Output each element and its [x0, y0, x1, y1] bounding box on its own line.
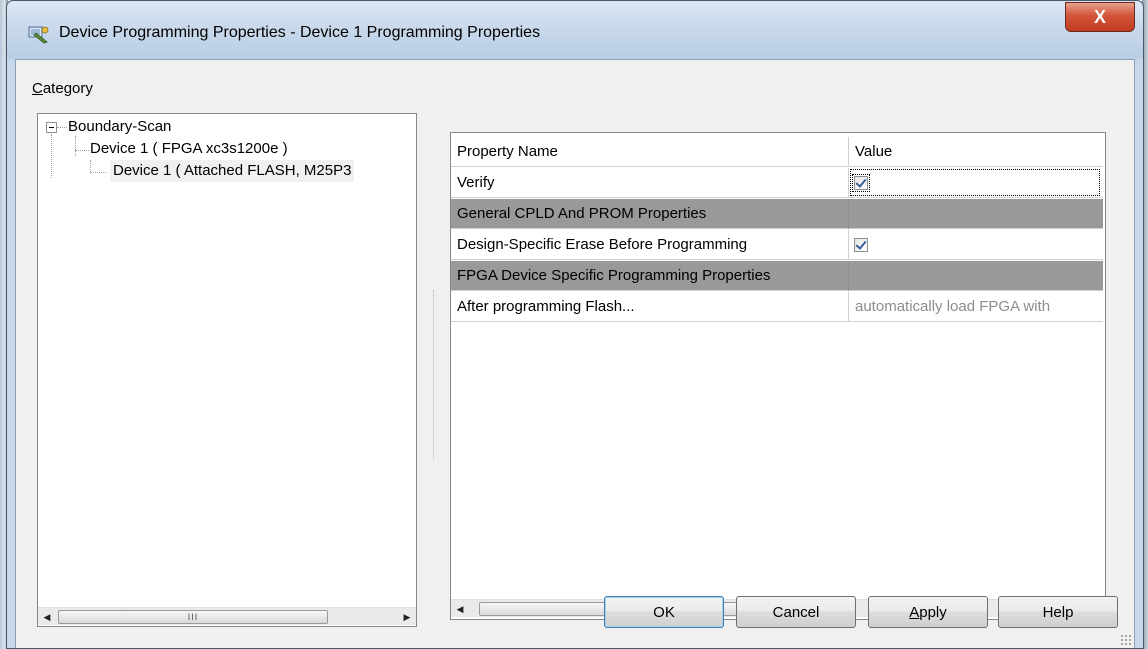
erase-before-programming-checkbox[interactable]	[854, 238, 868, 252]
tree-connector	[90, 160, 91, 172]
help-button[interactable]: Help	[998, 596, 1118, 628]
window-title: Device Programming Properties - Device 1…	[59, 24, 541, 41]
property-row-design-specific-erase[interactable]: Design-Specific Erase Before Programming	[451, 230, 1103, 260]
panel-splitter[interactable]	[433, 290, 436, 460]
category-name: FPGA Device Specific Programming Propert…	[451, 261, 849, 291]
after-programming-value[interactable]: automatically load FPGA with	[849, 292, 1103, 322]
property-category-row[interactable]: FPGA Device Specific Programming Propert…	[451, 261, 1103, 291]
property-grid[interactable]: Property Name Value Verify General CPLD …	[450, 132, 1106, 620]
tree-connector	[90, 172, 106, 173]
property-value[interactable]	[849, 230, 1103, 260]
scroll-right-icon[interactable]: ▶	[398, 608, 416, 626]
grid-header: Property Name Value	[451, 137, 1103, 167]
tree-item-device-fpga[interactable]: Device 1 ( FPGA xc3s1200e )	[90, 138, 288, 160]
ok-button[interactable]: OK	[604, 596, 724, 628]
property-name: Verify	[451, 168, 849, 198]
tree-connector	[75, 136, 76, 156]
dialog-client-area: Category Boundary-Scan Device 1 ( FPGA x…	[15, 59, 1135, 648]
tree-connector	[57, 127, 67, 128]
category-value	[849, 199, 1103, 229]
property-name: Design-Specific Erase Before Programming	[451, 230, 849, 260]
column-header-property-name[interactable]: Property Name	[451, 137, 849, 167]
close-icon: X	[1093, 6, 1106, 27]
cancel-button-label: Cancel	[772, 603, 820, 621]
category-tree[interactable]: Boundary-Scan Device 1 ( FPGA xc3s1200e …	[37, 113, 417, 627]
close-button[interactable]: X	[1065, 2, 1135, 32]
scroll-left-icon[interactable]: ◀	[38, 608, 56, 626]
dialog-window: Device Programming Properties - Device 1…	[6, 0, 1144, 649]
category-label-mnemonic: C	[32, 80, 43, 97]
category-name: General CPLD And PROM Properties	[451, 199, 849, 229]
category-label-rest: ategory	[42, 80, 93, 97]
apply-button-label: pply	[919, 603, 947, 621]
title-bar[interactable]: Device Programming Properties - Device 1…	[7, 1, 1143, 59]
property-row-verify[interactable]: Verify	[451, 168, 1103, 198]
column-header-value[interactable]: Value	[849, 137, 1103, 167]
tree-connector	[51, 134, 52, 178]
cancel-button[interactable]: Cancel	[736, 596, 856, 628]
property-category-row[interactable]: General CPLD And PROM Properties	[451, 199, 1103, 229]
property-row-after-programming-flash[interactable]: After programming Flash... automatically…	[451, 292, 1103, 322]
property-value[interactable]	[849, 168, 1103, 198]
tree-item-device-flash[interactable]: Device 1 ( Attached FLASH, M25P3	[110, 160, 355, 182]
scrollbar-thumb[interactable]: III	[58, 610, 328, 624]
ok-button-label: OK	[653, 603, 675, 621]
apply-button[interactable]: Apply	[868, 596, 988, 628]
resize-grip-icon[interactable]	[1120, 634, 1132, 646]
help-button-label: Help	[1042, 603, 1074, 621]
category-label: Category	[32, 80, 93, 97]
tree-item-boundary-scan[interactable]: Boundary-Scan	[68, 116, 171, 138]
device-properties-icon	[28, 26, 49, 44]
tree-connector	[75, 150, 89, 151]
collapse-toggle-icon[interactable]	[46, 122, 57, 133]
apply-mnemonic: A	[909, 603, 920, 621]
category-value	[849, 261, 1103, 291]
scroll-left-icon[interactable]: ◀	[451, 600, 469, 618]
tree-horizontal-scrollbar[interactable]: ◀ III ▶	[38, 607, 416, 625]
property-name: After programming Flash...	[451, 292, 849, 322]
focus-rectangle	[850, 169, 1100, 196]
